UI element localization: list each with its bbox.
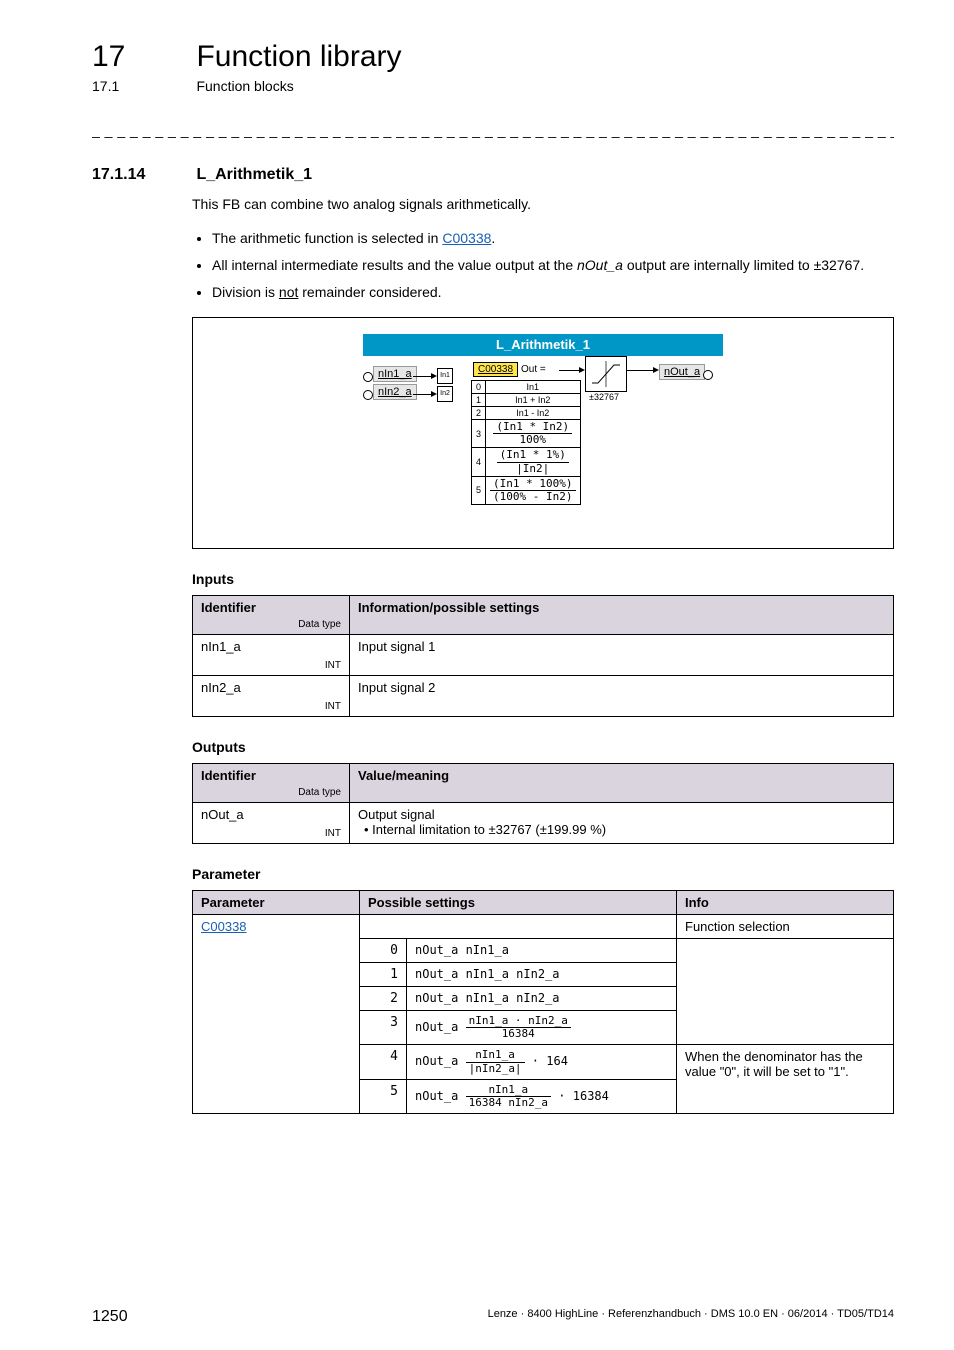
wire-out (627, 370, 655, 371)
bullet-3: Division is not remainder considered. (212, 282, 894, 303)
wire-to-limiter (559, 370, 581, 371)
intro-bullets: The arithmetic function is selected in C… (192, 228, 894, 303)
output-id: nOut_a (201, 807, 244, 822)
pin-label-out: nOut_a (659, 364, 705, 380)
param-formula: nOut_a nIn1_a nIn2_a (407, 987, 677, 1011)
param-opt-num: 1 (360, 963, 407, 987)
pin-label-in2: nIn2_a (373, 384, 417, 400)
param-info-empty (677, 939, 894, 1045)
pin-ring-in1 (363, 372, 373, 382)
param-header-param: Parameter (193, 891, 360, 915)
pin-ring-in2 (363, 390, 373, 400)
block-title-bar: L_Arithmetik_1 (363, 334, 723, 356)
param-opt-num: 4 (360, 1045, 407, 1079)
outputs-heading: Outputs (192, 739, 894, 755)
parameter-heading: Parameter (192, 866, 894, 882)
underline-not: not (279, 284, 298, 300)
param-link-cell: C00338 (193, 915, 360, 1114)
subsection-heading: 17.1.14 L_Arithmetik_1 (92, 166, 894, 184)
outputs-header-identifier: Identifier Data type (193, 764, 350, 803)
page: 17 Function library 17.1 Function blocks… (0, 0, 954, 1350)
chapter-header: 17 Function library (92, 40, 894, 74)
param-code-box[interactable]: C00338 (473, 362, 518, 377)
bullet-1: The arithmetic function is selected in C… (212, 228, 894, 249)
in1-box: In1 (437, 368, 453, 384)
separator-line: _ _ _ _ _ _ _ _ _ _ _ _ _ _ _ _ _ _ _ _ … (92, 122, 894, 138)
out-equals: Out = (521, 364, 546, 375)
doc-info: Lenze · 8400 HighLine · Referenzhandbuch… (488, 1308, 894, 1326)
outputs-header-value: Value/meaning (350, 764, 894, 803)
function-options-table: 0In11In1 + In22In1 - In23(In1 * In2)100%… (471, 380, 581, 505)
param-info-note: When the denominator has the value "0", … (677, 1045, 894, 1113)
link-c00338-a[interactable]: C00338 (442, 230, 491, 246)
input-info: Input signal 1 (350, 635, 894, 676)
subsection-title: L_Arithmetik_1 (196, 166, 312, 184)
section-number: 17.1 (92, 78, 192, 94)
param-header-settings: Possible settings (360, 891, 677, 915)
link-c00338-b[interactable]: C00338 (201, 919, 247, 934)
param-header-info: Info (677, 891, 894, 915)
limiter-label: ±32767 (589, 392, 619, 402)
page-number: 1250 (92, 1308, 128, 1326)
param-opt-num: 3 (360, 1011, 407, 1045)
outputs-table: Identifier Data type Value/meaning nOut_… (192, 763, 894, 844)
subsection-number: 17.1.14 (92, 166, 192, 184)
param-formula: nOut_a nIn1_a|nIn2_a| · 164 (407, 1045, 677, 1079)
table-row: C00338 Function selection (193, 915, 894, 939)
section-title: Function blocks (196, 78, 293, 94)
parameter-table: Parameter Possible settings Info C00338 … (192, 890, 894, 1114)
block-diagram: L_Arithmetik_1 nIn1_a In1 nIn2_a In2 C00… (192, 317, 894, 549)
param-info-top: Function selection (677, 915, 894, 939)
limiter-block (585, 356, 627, 392)
param-empty-settings (360, 915, 677, 939)
section-header: 17.1 Function blocks (92, 78, 894, 96)
bullet-2: All internal intermediate results and th… (212, 255, 894, 276)
wire-in2 (413, 394, 433, 395)
input-info: Input signal 2 (350, 676, 894, 717)
chapter-number: 17 (92, 40, 192, 74)
param-opt-num: 0 (360, 939, 407, 963)
inputs-header-identifier: Identifier Data type (193, 596, 350, 635)
input-id: nIn2_a (201, 680, 241, 695)
pin-ring-out (703, 370, 713, 380)
param-opt-num: 5 (360, 1079, 407, 1113)
in2-box: In2 (437, 386, 453, 402)
param-opt-num: 2 (360, 987, 407, 1011)
limiter-icon (590, 361, 622, 387)
wire-in1 (413, 376, 433, 377)
output-type: INT (201, 828, 341, 839)
input-type: INT (201, 701, 341, 712)
table-row: nIn1_a INT Input signal 1 (193, 635, 894, 676)
output-info: Output signal • Internal limitation to ±… (350, 803, 894, 844)
input-type: INT (201, 660, 341, 671)
page-footer: 1250 Lenze · 8400 HighLine · Referenzhan… (92, 1308, 894, 1326)
chapter-title: Function library (196, 40, 401, 74)
italic-nout: nOut_a (577, 257, 623, 273)
body-content: This FB can combine two analog signals a… (192, 194, 894, 1114)
input-id: nIn1_a (201, 639, 241, 654)
param-formula: nOut_a nIn1_a · nIn2_a16384 (407, 1011, 677, 1045)
param-formula: nOut_a nIn1_a (407, 939, 677, 963)
param-formula: nOut_a nIn1_a nIn2_a (407, 963, 677, 987)
pin-label-in1: nIn1_a (373, 366, 417, 382)
block-body: nIn1_a In1 nIn2_a In2 C00338 Out = 0In11… (363, 360, 723, 528)
inputs-table: Identifier Data type Information/possibl… (192, 595, 894, 717)
intro-paragraph: This FB can combine two analog signals a… (192, 194, 894, 214)
table-row: nIn2_a INT Input signal 2 (193, 676, 894, 717)
param-formula: nOut_a nIn1_a16384 nIn2_a · 16384 (407, 1079, 677, 1113)
inputs-heading: Inputs (192, 571, 894, 587)
inputs-header-info: Information/possible settings (350, 596, 894, 635)
table-row: nOut_a INT Output signal • Internal limit… (193, 803, 894, 844)
